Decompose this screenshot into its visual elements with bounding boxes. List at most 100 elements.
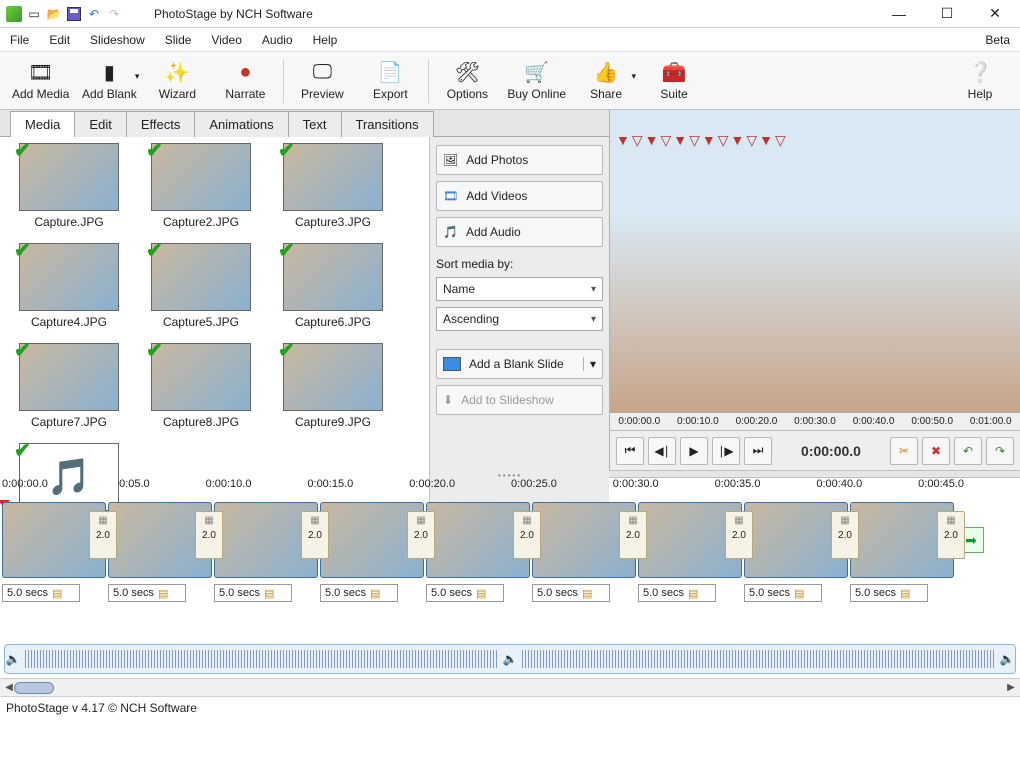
media-thumb[interactable]: ✔Capture4.JPG [4, 243, 134, 339]
menu-help[interactable]: Help [309, 31, 342, 49]
play-button[interactable]: ▶ [680, 437, 708, 465]
open-icon[interactable]: 📂 [46, 6, 62, 22]
preview-button[interactable]: 🖵Preview [288, 53, 356, 109]
suite-label: Suite [660, 87, 687, 101]
media-thumb[interactable]: ✔Capture3.JPG [268, 143, 398, 239]
last-frame-button[interactable]: ⏭ [744, 437, 772, 465]
close-button[interactable]: ✕ [980, 5, 1010, 22]
transition-marker[interactable]: 2.0 [725, 511, 753, 559]
undo-icon[interactable]: ↶ [86, 6, 102, 22]
narrate-button[interactable]: ●Narrate [211, 53, 279, 109]
clip-duration[interactable]: 5.0 secs ▤ [214, 584, 292, 602]
media-thumb[interactable]: ✔Capture.JPG [4, 143, 134, 239]
clip-duration[interactable]: 5.0 secs ▤ [638, 584, 716, 602]
transition-marker[interactable]: 2.0 [937, 511, 965, 559]
thumb-caption: Capture.JPG [34, 215, 103, 229]
redo-icon[interactable]: ↷ [106, 6, 122, 22]
timeline-clip[interactable]: 2.05.0 secs ▤ [532, 502, 636, 602]
menu-audio[interactable]: Audio [258, 31, 297, 49]
add-blank-button[interactable]: ▮Add Blank▾ [75, 53, 143, 109]
chevron-down-icon: ▾ [591, 314, 596, 325]
thumb-caption: Capture7.JPG [31, 415, 107, 429]
save-icon[interactable] [66, 6, 82, 22]
next-frame-button[interactable]: ∣▶ [712, 437, 740, 465]
redo-player-button[interactable]: ↷ [986, 437, 1014, 465]
timeline-clip[interactable]: 2.05.0 secs ▤ [426, 502, 530, 602]
timeline-clip[interactable]: 2.05.0 secs ▤ [108, 502, 212, 602]
timeline-scrollbar[interactable]: ◀ ▶ [0, 678, 1020, 696]
tab-edit[interactable]: Edit [74, 111, 126, 137]
menu-slideshow[interactable]: Slideshow [86, 31, 149, 49]
clip-duration[interactable]: 5.0 secs ▤ [532, 584, 610, 602]
export-button[interactable]: 📄Export [356, 53, 424, 109]
add-media-button[interactable]: 🎞Add Media [6, 53, 75, 109]
undo-player-button[interactable]: ↶ [954, 437, 982, 465]
options-button[interactable]: 🛠Options [433, 53, 501, 109]
timeline-clip[interactable]: 2.05.0 secs ▤ [850, 502, 954, 602]
delete-button[interactable]: ✖ [922, 437, 950, 465]
sort-order-select[interactable]: Ascending ▾ [436, 307, 603, 331]
add-blank-label: Add Blank [82, 87, 137, 101]
timeline-clip[interactable]: 2.0 5.0 secs ▤ [320, 502, 424, 602]
transition-marker[interactable]: 2.0 [195, 511, 223, 559]
add-audio-button[interactable]: 🎵 Add Audio [436, 217, 603, 247]
clip-thumbnail: 2.0 [320, 502, 424, 578]
menu-video[interactable]: Video [207, 31, 245, 49]
sort-label: Sort media by: [436, 257, 603, 271]
clip-duration[interactable]: 5.0 secs ▤ [320, 584, 398, 602]
media-thumb[interactable]: ✔Capture9.JPG [268, 343, 398, 439]
timeline-clip[interactable]: 2.05.0 secs ▤ [2, 502, 106, 602]
prev-frame-button[interactable]: ◀∣ [648, 437, 676, 465]
scroll-right-icon[interactable]: ▶ [1004, 682, 1018, 693]
timeline-clip[interactable]: 2.05.0 secs ▤ [638, 502, 742, 602]
clip-duration[interactable]: 5.0 secs ▤ [744, 584, 822, 602]
add-videos-button[interactable]: 🎞 Add Videos [436, 181, 603, 211]
transition-marker[interactable]: 2.0 [89, 511, 117, 559]
menu-file[interactable]: File [6, 31, 33, 49]
timeline-clip[interactable]: 2.05.0 secs ▤ [214, 502, 318, 602]
media-thumb[interactable]: ✔Capture5.JPG [136, 243, 266, 339]
transition-marker[interactable]: 2.0 [619, 511, 647, 559]
add-photos-button[interactable]: 🖼 Add Photos [436, 145, 603, 175]
add-blank-slide-button[interactable]: Add a Blank Slide ▾ [436, 349, 603, 379]
media-thumb[interactable]: ✔Capture8.JPG [136, 343, 266, 439]
minimize-button[interactable]: — [884, 6, 914, 22]
audio-track[interactable]: 🔈 🔈 🔈 [4, 644, 1016, 674]
tab-effects[interactable]: Effects [126, 111, 196, 137]
menu-edit[interactable]: Edit [45, 31, 74, 49]
wizard-button[interactable]: ✨Wizard [143, 53, 211, 109]
tab-transitions[interactable]: Transitions [341, 111, 434, 137]
sort-field-select[interactable]: Name ▾ [436, 277, 603, 301]
first-frame-button[interactable]: ⏮ [616, 437, 644, 465]
tab-animations[interactable]: Animations [194, 111, 288, 137]
clip-duration[interactable]: 5.0 secs ▤ [108, 584, 186, 602]
suite-button[interactable]: 🧰Suite [640, 53, 708, 109]
timeline-clip[interactable]: 2.05.0 secs ▤ [744, 502, 848, 602]
preview-ruler[interactable]: 0:00:00.00:00:10.00:00:20.00:00:30.00:00… [610, 412, 1020, 430]
timeline[interactable]: 2.05.0 secs ▤2.05.0 secs ▤2.05.0 secs ▤2… [0, 498, 1020, 644]
buy-online-button[interactable]: 🛒Buy Online [501, 53, 572, 109]
clip-duration[interactable]: 5.0 secs ▤ [2, 584, 80, 602]
maximize-button[interactable]: ☐ [932, 5, 962, 22]
media-thumb[interactable]: ✔Capture7.JPG [4, 343, 134, 439]
help-button[interactable]: ❔Help [946, 53, 1014, 109]
menu-slide[interactable]: Slide [161, 31, 196, 49]
media-thumb[interactable]: ✔Capture2.JPG [136, 143, 266, 239]
share-button[interactable]: 👍Share▾ [572, 53, 640, 109]
new-icon[interactable]: ▭ [26, 6, 42, 22]
dropdown-arrow-icon[interactable]: ▾ [583, 357, 596, 371]
transition-marker[interactable]: 2.0 [301, 511, 329, 559]
clip-duration[interactable]: 5.0 secs ▤ [850, 584, 928, 602]
menu-beta[interactable]: Beta [981, 31, 1014, 49]
transition-marker[interactable]: 2.0 [513, 511, 541, 559]
transition-marker[interactable]: 2.0 [831, 511, 859, 559]
scroll-thumb[interactable] [14, 682, 54, 694]
check-icon: ✔ [14, 338, 31, 363]
media-thumb[interactable]: ✔Capture6.JPG [268, 243, 398, 339]
clip-duration[interactable]: 5.0 secs ▤ [426, 584, 504, 602]
tab-media[interactable]: Media [10, 111, 75, 137]
transition-marker[interactable]: 2.0 [407, 511, 435, 559]
cut-button[interactable]: ✂ [890, 437, 918, 465]
scroll-left-icon[interactable]: ◀ [2, 682, 16, 693]
tab-text[interactable]: Text [288, 111, 342, 137]
